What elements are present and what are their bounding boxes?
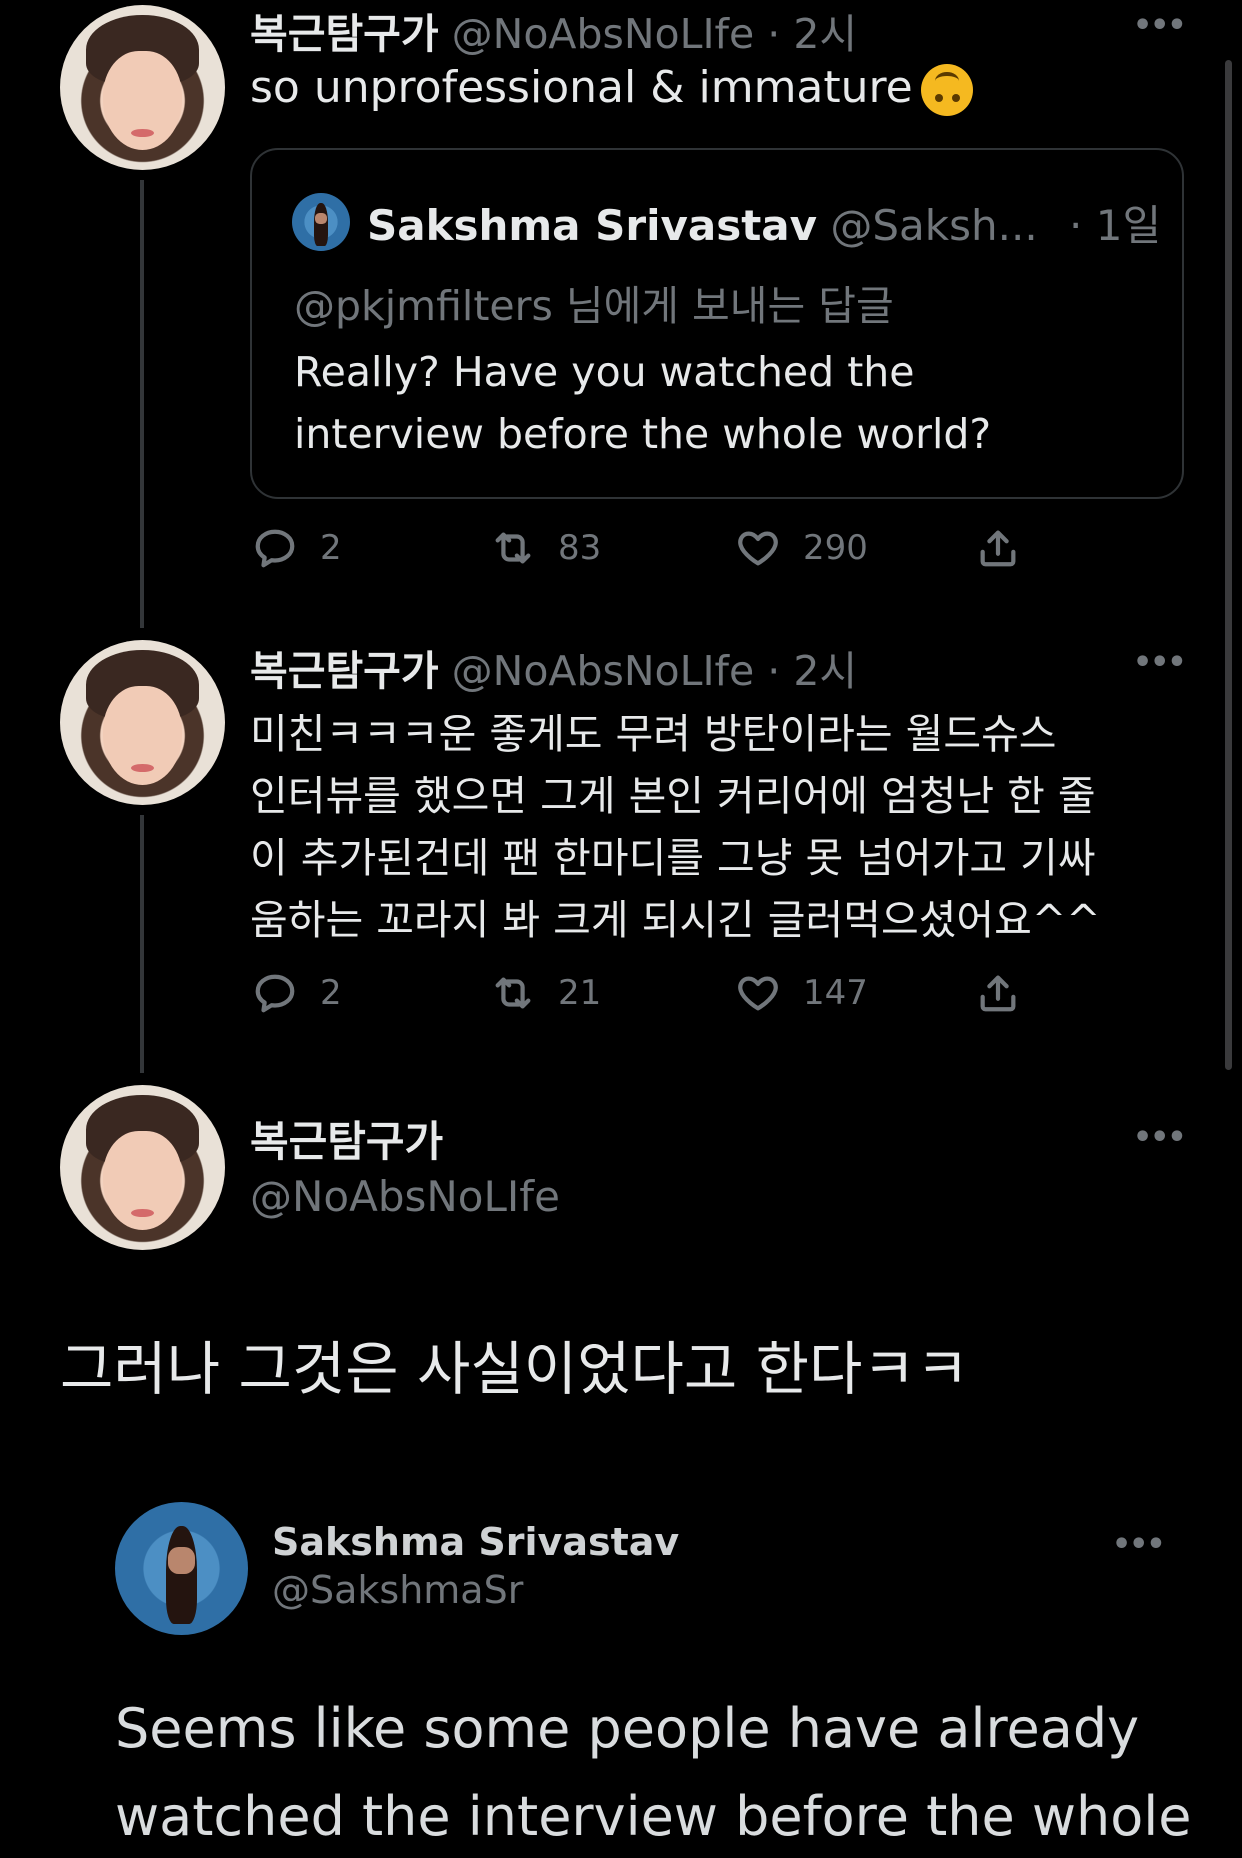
- handle: @Saksh...: [830, 201, 1038, 250]
- display-name[interactable]: 복근탐구가: [250, 647, 439, 695]
- avatar[interactable]: [60, 1085, 225, 1250]
- tweet-text: so unprofessional & immature: [250, 62, 973, 116]
- embedded-text-line: watched the interview before the whole: [115, 1785, 1192, 1848]
- avatar: [115, 1502, 248, 1635]
- heart-icon: [738, 531, 778, 566]
- reply-count: 2: [320, 973, 342, 1013]
- tweet-text-line: 이 추가된건데 팬 한마디를 그냥 못 넘어가고 기싸: [250, 834, 1096, 882]
- retweet-icon: [495, 532, 531, 564]
- like-button[interactable]: 290: [735, 525, 868, 571]
- like-count: 147: [803, 973, 868, 1013]
- tweet-text-line: 움하는 꼬라지 봐 크게 되시긴 글러먹으셨어요^^: [250, 896, 1101, 944]
- handle[interactable]: @NoAbsNoLIfe: [452, 10, 755, 58]
- heart-icon: [738, 976, 778, 1011]
- retweet-button[interactable]: 21: [490, 970, 601, 1016]
- avatar: [292, 193, 350, 251]
- share-button[interactable]: [975, 525, 1021, 571]
- reply-icon: [255, 529, 295, 568]
- tweet-text-line: 미친ㅋㅋㅋ운 좋게도 무려 방탄이라는 월드슈스: [250, 710, 1057, 758]
- upside-down-face-icon: [920, 64, 973, 116]
- display-name: Sakshma Srivastav: [367, 201, 818, 250]
- retweet-button[interactable]: 83: [490, 525, 601, 571]
- handle[interactable]: @NoAbsNoLIfe: [250, 1172, 560, 1221]
- avatar[interactable]: [60, 640, 225, 805]
- timestamp[interactable]: · 2시: [767, 10, 857, 58]
- scrollbar[interactable]: [1225, 60, 1232, 1070]
- reply-icon: [255, 974, 295, 1013]
- retweet-count: 83: [558, 528, 602, 568]
- handle[interactable]: @NoAbsNoLIfe: [452, 647, 755, 695]
- avatar[interactable]: [60, 5, 225, 170]
- tweet-text-line: 인터뷰를 했으면 그게 본인 커리어에 엄청난 한 줄: [250, 772, 1096, 820]
- reply-button[interactable]: 2: [252, 525, 342, 571]
- display-name[interactable]: 복근탐구가: [250, 1108, 443, 1169]
- reply-count: 2: [320, 528, 342, 568]
- retweet-icon: [495, 977, 531, 1009]
- tweet-header: 복근탐구가 @NoAbsNoLIfe · 2시: [250, 0, 857, 60]
- share-icon: [980, 975, 1016, 1012]
- timestamp[interactable]: · 2시: [767, 647, 857, 695]
- handle: @SakshmaSr: [272, 1568, 524, 1612]
- more-options-icon[interactable]: •••: [1133, 1120, 1187, 1155]
- reply-button[interactable]: 2: [252, 970, 342, 1016]
- display-name: Sakshma Srivastav: [272, 1520, 680, 1564]
- thread-connector: [140, 815, 144, 1073]
- thread-connector: [140, 180, 144, 628]
- tweet-text: 그러나 그것은 사실이었다고 한다ㅋㅋ: [60, 1335, 970, 1403]
- like-button[interactable]: 147: [735, 970, 868, 1016]
- quote-text-line: interview before the whole world?: [294, 410, 992, 458]
- more-options-icon: •••: [1112, 1527, 1166, 1562]
- tweet-header: 복근탐구가 @NoAbsNoLIfe · 2시: [250, 637, 857, 697]
- more-options-icon[interactable]: •••: [1133, 8, 1187, 43]
- timestamp: · 1일: [1069, 201, 1162, 250]
- quote-text-line: Really? Have you watched the: [294, 348, 915, 396]
- share-icon: [980, 530, 1016, 567]
- like-count: 290: [803, 528, 868, 568]
- retweet-count: 21: [558, 973, 602, 1013]
- embedded-text-line: Seems like some people have already: [115, 1697, 1140, 1760]
- reply-context: @pkjmfilters 님에게 보내는 답글: [294, 282, 894, 330]
- share-button[interactable]: [975, 970, 1021, 1016]
- more-options-icon[interactable]: •••: [1133, 645, 1187, 680]
- quoted-tweet[interactable]: Sakshma Srivastav @Saksh... · 1일 @pkjmfi…: [250, 148, 1184, 499]
- display-name[interactable]: 복근탐구가: [250, 10, 439, 58]
- quote-header: Sakshma Srivastav @Saksh... · 1일: [367, 192, 1161, 253]
